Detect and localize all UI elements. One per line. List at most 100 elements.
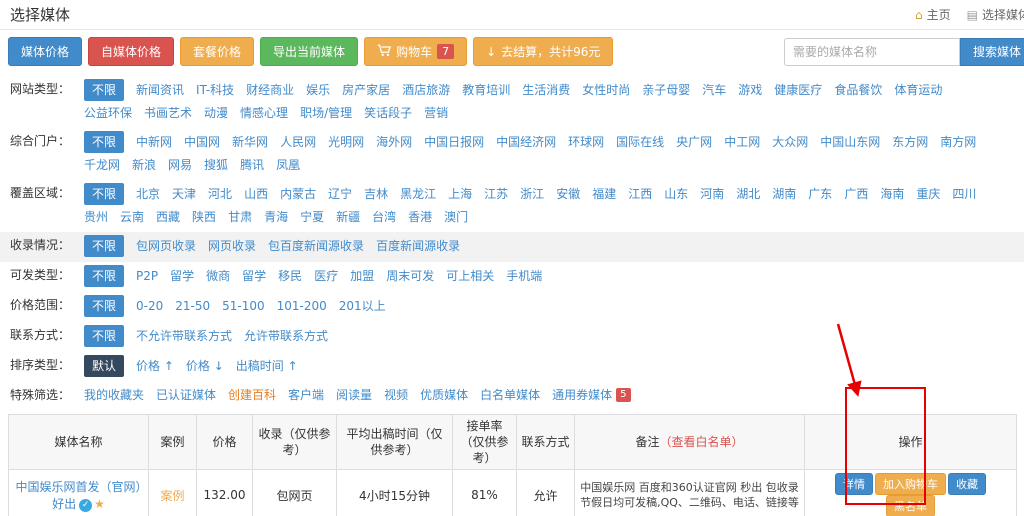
detail-button[interactable]: 详情 bbox=[835, 473, 873, 495]
filter-option[interactable]: 山东 bbox=[664, 184, 688, 204]
filter-option[interactable]: 西藏 bbox=[156, 207, 180, 227]
filter-option[interactable]: 海南 bbox=[880, 184, 904, 204]
filter-option[interactable]: 香港 bbox=[408, 207, 432, 227]
filter-option[interactable]: 周末可发 bbox=[386, 266, 434, 286]
filter-option[interactable]: 云南 bbox=[120, 207, 144, 227]
filter-option[interactable]: 国际在线 bbox=[616, 132, 664, 152]
filter-option[interactable]: 包百度新闻源收录 bbox=[268, 236, 364, 256]
filter-option[interactable]: 湖北 bbox=[736, 184, 760, 204]
filter-option[interactable]: 河北 bbox=[208, 184, 232, 204]
filter-option[interactable]: 新华网 bbox=[232, 132, 268, 152]
filter-option[interactable]: 东方网 bbox=[892, 132, 928, 152]
filter-option[interactable]: 澳门 bbox=[444, 207, 468, 227]
filter-option[interactable]: 搜狐 bbox=[204, 155, 228, 175]
export-current-media-button[interactable]: 导出当前媒体 bbox=[260, 37, 358, 66]
filter-option[interactable]: 生活消费 bbox=[522, 80, 570, 100]
filter-option[interactable]: 网易 bbox=[168, 155, 192, 175]
filter-option[interactable]: 包网页收录 bbox=[136, 236, 196, 256]
current-page-link[interactable]: ▤选择媒体 bbox=[967, 6, 1024, 23]
filter-option[interactable]: 体育运动 bbox=[894, 80, 942, 100]
filter-option[interactable]: 内蒙古 bbox=[280, 184, 316, 204]
filter-option[interactable]: 食品餐饮 bbox=[834, 80, 882, 100]
filter-option[interactable]: 腾讯 bbox=[240, 155, 264, 175]
filter-option[interactable]: 加盟 bbox=[350, 266, 374, 286]
filter-option[interactable]: 职场/管理 bbox=[300, 103, 352, 123]
filter-selected-chip[interactable]: 不限 bbox=[84, 131, 124, 153]
filter-option[interactable]: 亲子母婴 bbox=[642, 80, 690, 100]
filter-option[interactable]: IT-科技 bbox=[196, 80, 234, 100]
filter-option[interactable]: 新疆 bbox=[336, 207, 360, 227]
filter-option[interactable]: 江西 bbox=[628, 184, 652, 204]
filter-option[interactable]: 广东 bbox=[808, 184, 832, 204]
case-link[interactable]: 案例 bbox=[160, 489, 184, 503]
filter-option[interactable]: 海外网 bbox=[376, 132, 412, 152]
blacklist-button[interactable]: 黑名单 bbox=[886, 495, 935, 516]
filter-option[interactable]: 重庆 bbox=[916, 184, 940, 204]
filter-option[interactable]: 优质媒体 bbox=[420, 385, 468, 405]
filter-option[interactable]: 女性时尚 bbox=[582, 80, 630, 100]
filter-option[interactable]: 河南 bbox=[700, 184, 724, 204]
filter-option[interactable]: 留学 bbox=[242, 266, 266, 286]
filter-option[interactable]: 创建百科 bbox=[228, 385, 276, 405]
filter-selected-chip[interactable]: 不限 bbox=[84, 295, 124, 317]
filter-option[interactable]: 白名单媒体 bbox=[480, 385, 540, 405]
filter-option[interactable]: 新浪 bbox=[132, 155, 156, 175]
favorite-button[interactable]: 收藏 bbox=[948, 473, 986, 495]
filter-option[interactable]: 光明网 bbox=[328, 132, 364, 152]
filter-option[interactable]: 留学 bbox=[170, 266, 194, 286]
filter-option[interactable]: 新闻资讯 bbox=[136, 80, 184, 100]
view-whitelist-link[interactable]: （查看白名单） bbox=[660, 435, 744, 449]
filter-option[interactable]: 湖南 bbox=[772, 184, 796, 204]
filter-option[interactable]: 移民 bbox=[278, 266, 302, 286]
filter-option[interactable]: 汽车 bbox=[702, 80, 726, 100]
filter-option[interactable]: 营销 bbox=[424, 103, 448, 123]
filter-option[interactable]: 阅读量 bbox=[336, 385, 372, 405]
checkout-button[interactable]: ↓ 去结算，共计96元 bbox=[473, 37, 613, 66]
filter-option[interactable]: 福建 bbox=[592, 184, 616, 204]
filter-option[interactable]: 陕西 bbox=[192, 207, 216, 227]
filter-option[interactable]: 上海 bbox=[448, 184, 472, 204]
filter-option[interactable]: 书画艺术 bbox=[144, 103, 192, 123]
filter-option[interactable]: 台湾 bbox=[372, 207, 396, 227]
filter-selected-chip[interactable]: 不限 bbox=[84, 325, 124, 347]
filter-option[interactable]: 21-50 bbox=[175, 296, 210, 316]
filter-option[interactable]: 央广网 bbox=[676, 132, 712, 152]
filter-option[interactable]: 宁夏 bbox=[300, 207, 324, 227]
filter-option[interactable]: 视频 bbox=[384, 385, 408, 405]
filter-option[interactable]: 甘肃 bbox=[228, 207, 252, 227]
filter-option[interactable]: 南方网 bbox=[940, 132, 976, 152]
filter-selected-chip[interactable]: 不限 bbox=[84, 265, 124, 287]
filter-option[interactable]: 中国经济网 bbox=[496, 132, 556, 152]
filter-option[interactable]: 201以上 bbox=[339, 296, 386, 316]
filter-option[interactable]: 价格 ↓ bbox=[186, 356, 224, 376]
search-input[interactable] bbox=[784, 38, 960, 66]
filter-option[interactable]: 大众网 bbox=[772, 132, 808, 152]
filter-option[interactable]: 0-20 bbox=[136, 296, 163, 316]
filter-option[interactable]: 笑话段子 bbox=[364, 103, 412, 123]
filter-option[interactable]: 中国日报网 bbox=[424, 132, 484, 152]
filter-option[interactable]: 通用券媒体 bbox=[552, 385, 612, 405]
filter-option[interactable]: 酒店旅游 bbox=[402, 80, 450, 100]
filter-option[interactable]: 凤凰 bbox=[276, 155, 300, 175]
filter-option[interactable]: 公益环保 bbox=[84, 103, 132, 123]
package-price-button[interactable]: 套餐价格 bbox=[180, 37, 254, 66]
filter-option[interactable]: 安徽 bbox=[556, 184, 580, 204]
filter-option[interactable]: 财经商业 bbox=[246, 80, 294, 100]
filter-option[interactable]: 娱乐 bbox=[306, 80, 330, 100]
filter-option[interactable]: 山西 bbox=[244, 184, 268, 204]
filter-option[interactable]: 网页收录 bbox=[208, 236, 256, 256]
filter-option[interactable]: 健康医疗 bbox=[774, 80, 822, 100]
cart-toolbar-button[interactable]: 购物车 7 bbox=[364, 37, 467, 66]
filter-option[interactable]: 手机端 bbox=[506, 266, 542, 286]
filter-option[interactable]: 中国网 bbox=[184, 132, 220, 152]
filter-option[interactable]: 辽宁 bbox=[328, 184, 352, 204]
filter-option[interactable]: 房产家居 bbox=[342, 80, 390, 100]
filter-option[interactable]: 四川 bbox=[952, 184, 976, 204]
filter-option[interactable]: 贵州 bbox=[84, 207, 108, 227]
filter-option[interactable]: 天津 bbox=[172, 184, 196, 204]
filter-option[interactable]: 我的收藏夹 bbox=[84, 385, 144, 405]
filter-option[interactable]: 医疗 bbox=[314, 266, 338, 286]
filter-option[interactable]: 出稿时间 ↑ bbox=[236, 356, 298, 376]
self-media-price-button[interactable]: 自媒体价格 bbox=[88, 37, 174, 66]
filter-option[interactable]: 情感心理 bbox=[240, 103, 288, 123]
